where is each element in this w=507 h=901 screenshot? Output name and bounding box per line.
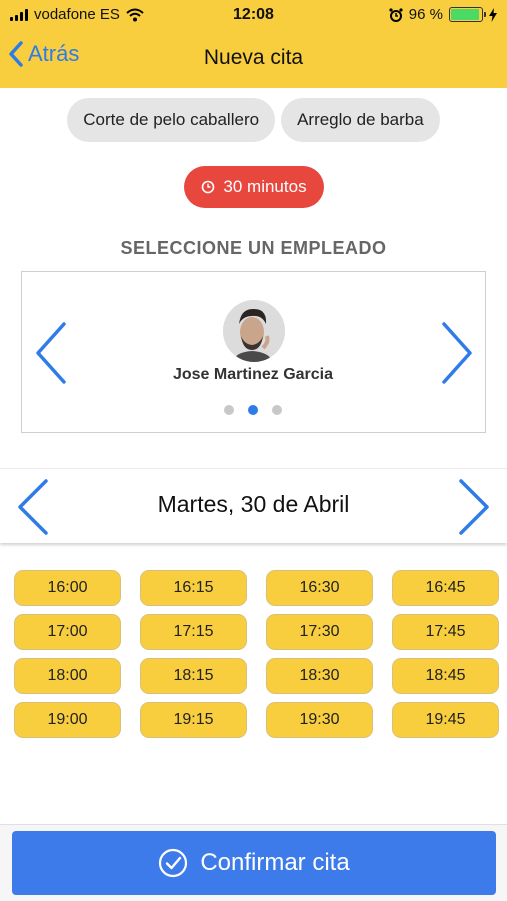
time-slot[interactable]: 19:30 <box>266 702 373 738</box>
confirm-button[interactable]: Confirmar cita <box>12 831 496 895</box>
check-circle-icon <box>159 848 188 878</box>
time-slot[interactable]: 16:45 <box>392 570 499 606</box>
time-slot[interactable]: 16:30 <box>266 570 373 606</box>
navigation-bar: Atrás Nueva cita <box>0 32 507 84</box>
time-slot[interactable]: 16:00 <box>14 570 121 606</box>
date-selector: Martes, 30 de Abril <box>0 468 507 543</box>
selected-date: Martes, 30 de Abril <box>157 491 350 517</box>
clock-icon <box>202 180 215 194</box>
charging-icon <box>489 7 497 22</box>
time-slot[interactable]: 17:45 <box>392 614 499 650</box>
time-slot[interactable]: 18:45 <box>392 658 499 694</box>
alarm-icon <box>389 7 403 22</box>
time-slot[interactable]: 17:00 <box>14 614 121 650</box>
header: vodafone ES 12:08 96 % Atrás Nueva cita <box>0 0 507 88</box>
duration-label: 30 minutos <box>223 177 307 196</box>
chevron-right-icon[interactable] <box>440 322 474 384</box>
page-dot-active[interactable] <box>248 405 258 415</box>
employee-name: Jose Martinez Garcia <box>172 366 334 383</box>
battery-percent: 96 % <box>408 6 443 23</box>
confirm-label: Confirmar cita <box>200 849 350 876</box>
time-slot[interactable]: 17:30 <box>266 614 373 650</box>
time-slot-grid: 16:00 16:15 16:30 16:45 17:00 17:15 17:3… <box>14 570 500 738</box>
footer: Confirmar cita <box>0 824 507 901</box>
time-slot[interactable]: 19:15 <box>140 702 247 738</box>
time-slot[interactable]: 18:00 <box>14 658 121 694</box>
time-slot[interactable]: 16:15 <box>140 570 247 606</box>
service-chip-barba[interactable]: Arreglo de barba <box>281 98 440 142</box>
status-bar: vodafone ES 12:08 96 % <box>0 0 507 30</box>
status-right: 96 % <box>389 6 497 23</box>
battery-fill <box>451 9 479 20</box>
time-slot[interactable]: 18:30 <box>266 658 373 694</box>
employee-section-title: SELECCIONE UN EMPLEADO <box>120 238 387 258</box>
person-portrait-icon <box>223 300 285 362</box>
time-slot[interactable]: 17:15 <box>140 614 247 650</box>
next-day-icon[interactable] <box>457 479 491 535</box>
battery-icon <box>449 7 486 22</box>
service-chip-corte[interactable]: Corte de pelo caballero <box>67 98 276 142</box>
page-title: Nueva cita <box>203 46 304 69</box>
time-slot[interactable]: 19:45 <box>392 702 499 738</box>
duration-badge: 30 minutos <box>184 166 324 208</box>
employee-avatar[interactable] <box>223 300 285 362</box>
carousel-pagination <box>22 405 484 415</box>
time-slot[interactable]: 18:15 <box>140 658 247 694</box>
time-slot[interactable]: 19:00 <box>14 702 121 738</box>
page-dot[interactable] <box>224 405 234 415</box>
employee-carousel: Jose Martinez Garcia <box>21 271 486 433</box>
page-dot[interactable] <box>272 405 282 415</box>
service-list: Corte de pelo caballero Arreglo de barba <box>0 98 507 142</box>
